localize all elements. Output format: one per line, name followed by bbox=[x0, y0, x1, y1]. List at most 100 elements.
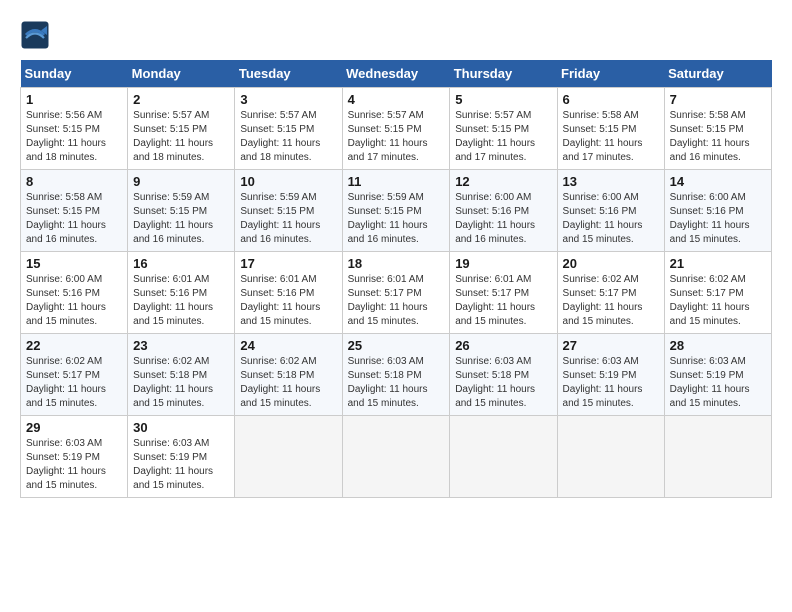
calendar-cell: 3 Sunrise: 5:57 AMSunset: 5:15 PMDayligh… bbox=[235, 88, 342, 170]
day-info: Sunrise: 5:59 AMSunset: 5:15 PMDaylight:… bbox=[348, 192, 428, 245]
day-info: Sunrise: 6:01 AMSunset: 5:17 PMDaylight:… bbox=[348, 274, 428, 327]
day-number: 6 bbox=[563, 92, 659, 107]
header-cell-thursday: Thursday bbox=[450, 60, 557, 88]
calendar-cell: 15 Sunrise: 6:00 AMSunset: 5:16 PMDaylig… bbox=[21, 252, 128, 334]
calendar-cell: 4 Sunrise: 5:57 AMSunset: 5:15 PMDayligh… bbox=[342, 88, 450, 170]
day-number: 19 bbox=[455, 256, 551, 271]
calendar-cell: 8 Sunrise: 5:58 AMSunset: 5:15 PMDayligh… bbox=[21, 170, 128, 252]
calendar-cell: 23 Sunrise: 6:02 AMSunset: 5:18 PMDaylig… bbox=[128, 334, 235, 416]
day-info: Sunrise: 6:03 AMSunset: 5:19 PMDaylight:… bbox=[563, 356, 643, 409]
calendar-cell: 22 Sunrise: 6:02 AMSunset: 5:17 PMDaylig… bbox=[21, 334, 128, 416]
calendar-cell: 26 Sunrise: 6:03 AMSunset: 5:18 PMDaylig… bbox=[450, 334, 557, 416]
day-info: Sunrise: 5:59 AMSunset: 5:15 PMDaylight:… bbox=[133, 192, 213, 245]
calendar-cell bbox=[450, 416, 557, 498]
calendar-cell: 14 Sunrise: 6:00 AMSunset: 5:16 PMDaylig… bbox=[664, 170, 771, 252]
calendar-week-4: 22 Sunrise: 6:02 AMSunset: 5:17 PMDaylig… bbox=[21, 334, 772, 416]
day-number: 16 bbox=[133, 256, 229, 271]
calendar-cell: 5 Sunrise: 5:57 AMSunset: 5:15 PMDayligh… bbox=[450, 88, 557, 170]
day-info: Sunrise: 6:00 AMSunset: 5:16 PMDaylight:… bbox=[670, 192, 750, 245]
day-info: Sunrise: 6:02 AMSunset: 5:18 PMDaylight:… bbox=[240, 356, 320, 409]
calendar-cell: 16 Sunrise: 6:01 AMSunset: 5:16 PMDaylig… bbox=[128, 252, 235, 334]
logo bbox=[20, 20, 54, 50]
calendar-cell: 29 Sunrise: 6:03 AMSunset: 5:19 PMDaylig… bbox=[21, 416, 128, 498]
calendar-week-1: 1 Sunrise: 5:56 AMSunset: 5:15 PMDayligh… bbox=[21, 88, 772, 170]
day-number: 17 bbox=[240, 256, 336, 271]
day-info: Sunrise: 6:03 AMSunset: 5:19 PMDaylight:… bbox=[26, 438, 106, 491]
calendar-cell: 30 Sunrise: 6:03 AMSunset: 5:19 PMDaylig… bbox=[128, 416, 235, 498]
calendar-cell: 6 Sunrise: 5:58 AMSunset: 5:15 PMDayligh… bbox=[557, 88, 664, 170]
logo-icon bbox=[20, 20, 50, 50]
day-number: 7 bbox=[670, 92, 766, 107]
calendar-cell: 20 Sunrise: 6:02 AMSunset: 5:17 PMDaylig… bbox=[557, 252, 664, 334]
day-number: 2 bbox=[133, 92, 229, 107]
calendar-table: SundayMondayTuesdayWednesdayThursdayFrid… bbox=[20, 60, 772, 498]
calendar-cell: 10 Sunrise: 5:59 AMSunset: 5:15 PMDaylig… bbox=[235, 170, 342, 252]
day-number: 1 bbox=[26, 92, 122, 107]
calendar-cell bbox=[664, 416, 771, 498]
header-cell-monday: Monday bbox=[128, 60, 235, 88]
header-cell-sunday: Sunday bbox=[21, 60, 128, 88]
day-number: 15 bbox=[26, 256, 122, 271]
day-info: Sunrise: 6:03 AMSunset: 5:19 PMDaylight:… bbox=[133, 438, 213, 491]
calendar-cell: 25 Sunrise: 6:03 AMSunset: 5:18 PMDaylig… bbox=[342, 334, 450, 416]
day-number: 28 bbox=[670, 338, 766, 353]
day-info: Sunrise: 6:03 AMSunset: 5:19 PMDaylight:… bbox=[670, 356, 750, 409]
header-cell-saturday: Saturday bbox=[664, 60, 771, 88]
header-cell-wednesday: Wednesday bbox=[342, 60, 450, 88]
calendar-cell: 13 Sunrise: 6:00 AMSunset: 5:16 PMDaylig… bbox=[557, 170, 664, 252]
day-info: Sunrise: 6:03 AMSunset: 5:18 PMDaylight:… bbox=[455, 356, 535, 409]
day-info: Sunrise: 5:59 AMSunset: 5:15 PMDaylight:… bbox=[240, 192, 320, 245]
day-number: 23 bbox=[133, 338, 229, 353]
calendar-cell: 2 Sunrise: 5:57 AMSunset: 5:15 PMDayligh… bbox=[128, 88, 235, 170]
day-number: 13 bbox=[563, 174, 659, 189]
day-number: 24 bbox=[240, 338, 336, 353]
calendar-cell: 28 Sunrise: 6:03 AMSunset: 5:19 PMDaylig… bbox=[664, 334, 771, 416]
day-number: 27 bbox=[563, 338, 659, 353]
day-number: 26 bbox=[455, 338, 551, 353]
day-number: 5 bbox=[455, 92, 551, 107]
day-info: Sunrise: 6:03 AMSunset: 5:18 PMDaylight:… bbox=[348, 356, 428, 409]
day-number: 25 bbox=[348, 338, 445, 353]
calendar-cell: 7 Sunrise: 5:58 AMSunset: 5:15 PMDayligh… bbox=[664, 88, 771, 170]
calendar-week-2: 8 Sunrise: 5:58 AMSunset: 5:15 PMDayligh… bbox=[21, 170, 772, 252]
day-info: Sunrise: 6:02 AMSunset: 5:17 PMDaylight:… bbox=[563, 274, 643, 327]
calendar-header: SundayMondayTuesdayWednesdayThursdayFrid… bbox=[21, 60, 772, 88]
calendar-cell: 18 Sunrise: 6:01 AMSunset: 5:17 PMDaylig… bbox=[342, 252, 450, 334]
day-info: Sunrise: 6:01 AMSunset: 5:16 PMDaylight:… bbox=[240, 274, 320, 327]
day-number: 22 bbox=[26, 338, 122, 353]
header-cell-friday: Friday bbox=[557, 60, 664, 88]
day-number: 18 bbox=[348, 256, 445, 271]
day-info: Sunrise: 5:56 AMSunset: 5:15 PMDaylight:… bbox=[26, 110, 106, 163]
calendar-week-3: 15 Sunrise: 6:00 AMSunset: 5:16 PMDaylig… bbox=[21, 252, 772, 334]
day-number: 21 bbox=[670, 256, 766, 271]
calendar-cell: 17 Sunrise: 6:01 AMSunset: 5:16 PMDaylig… bbox=[235, 252, 342, 334]
day-info: Sunrise: 5:58 AMSunset: 5:15 PMDaylight:… bbox=[670, 110, 750, 163]
day-info: Sunrise: 6:02 AMSunset: 5:17 PMDaylight:… bbox=[26, 356, 106, 409]
calendar-cell: 27 Sunrise: 6:03 AMSunset: 5:19 PMDaylig… bbox=[557, 334, 664, 416]
day-info: Sunrise: 6:01 AMSunset: 5:17 PMDaylight:… bbox=[455, 274, 535, 327]
day-number: 3 bbox=[240, 92, 336, 107]
day-info: Sunrise: 6:02 AMSunset: 5:18 PMDaylight:… bbox=[133, 356, 213, 409]
day-number: 30 bbox=[133, 420, 229, 435]
day-info: Sunrise: 6:01 AMSunset: 5:16 PMDaylight:… bbox=[133, 274, 213, 327]
day-info: Sunrise: 5:57 AMSunset: 5:15 PMDaylight:… bbox=[240, 110, 320, 163]
day-number: 8 bbox=[26, 174, 122, 189]
calendar-cell: 21 Sunrise: 6:02 AMSunset: 5:17 PMDaylig… bbox=[664, 252, 771, 334]
calendar-cell: 19 Sunrise: 6:01 AMSunset: 5:17 PMDaylig… bbox=[450, 252, 557, 334]
day-info: Sunrise: 6:02 AMSunset: 5:17 PMDaylight:… bbox=[670, 274, 750, 327]
day-number: 20 bbox=[563, 256, 659, 271]
day-info: Sunrise: 6:00 AMSunset: 5:16 PMDaylight:… bbox=[563, 192, 643, 245]
day-info: Sunrise: 5:58 AMSunset: 5:15 PMDaylight:… bbox=[563, 110, 643, 163]
day-number: 29 bbox=[26, 420, 122, 435]
calendar-cell: 12 Sunrise: 6:00 AMSunset: 5:16 PMDaylig… bbox=[450, 170, 557, 252]
calendar-cell: 9 Sunrise: 5:59 AMSunset: 5:15 PMDayligh… bbox=[128, 170, 235, 252]
calendar-cell bbox=[342, 416, 450, 498]
calendar-cell: 11 Sunrise: 5:59 AMSunset: 5:15 PMDaylig… bbox=[342, 170, 450, 252]
header-cell-tuesday: Tuesday bbox=[235, 60, 342, 88]
day-number: 11 bbox=[348, 174, 445, 189]
day-number: 12 bbox=[455, 174, 551, 189]
calendar-cell bbox=[235, 416, 342, 498]
calendar-cell bbox=[557, 416, 664, 498]
day-info: Sunrise: 5:57 AMSunset: 5:15 PMDaylight:… bbox=[455, 110, 535, 163]
day-info: Sunrise: 5:57 AMSunset: 5:15 PMDaylight:… bbox=[133, 110, 213, 163]
